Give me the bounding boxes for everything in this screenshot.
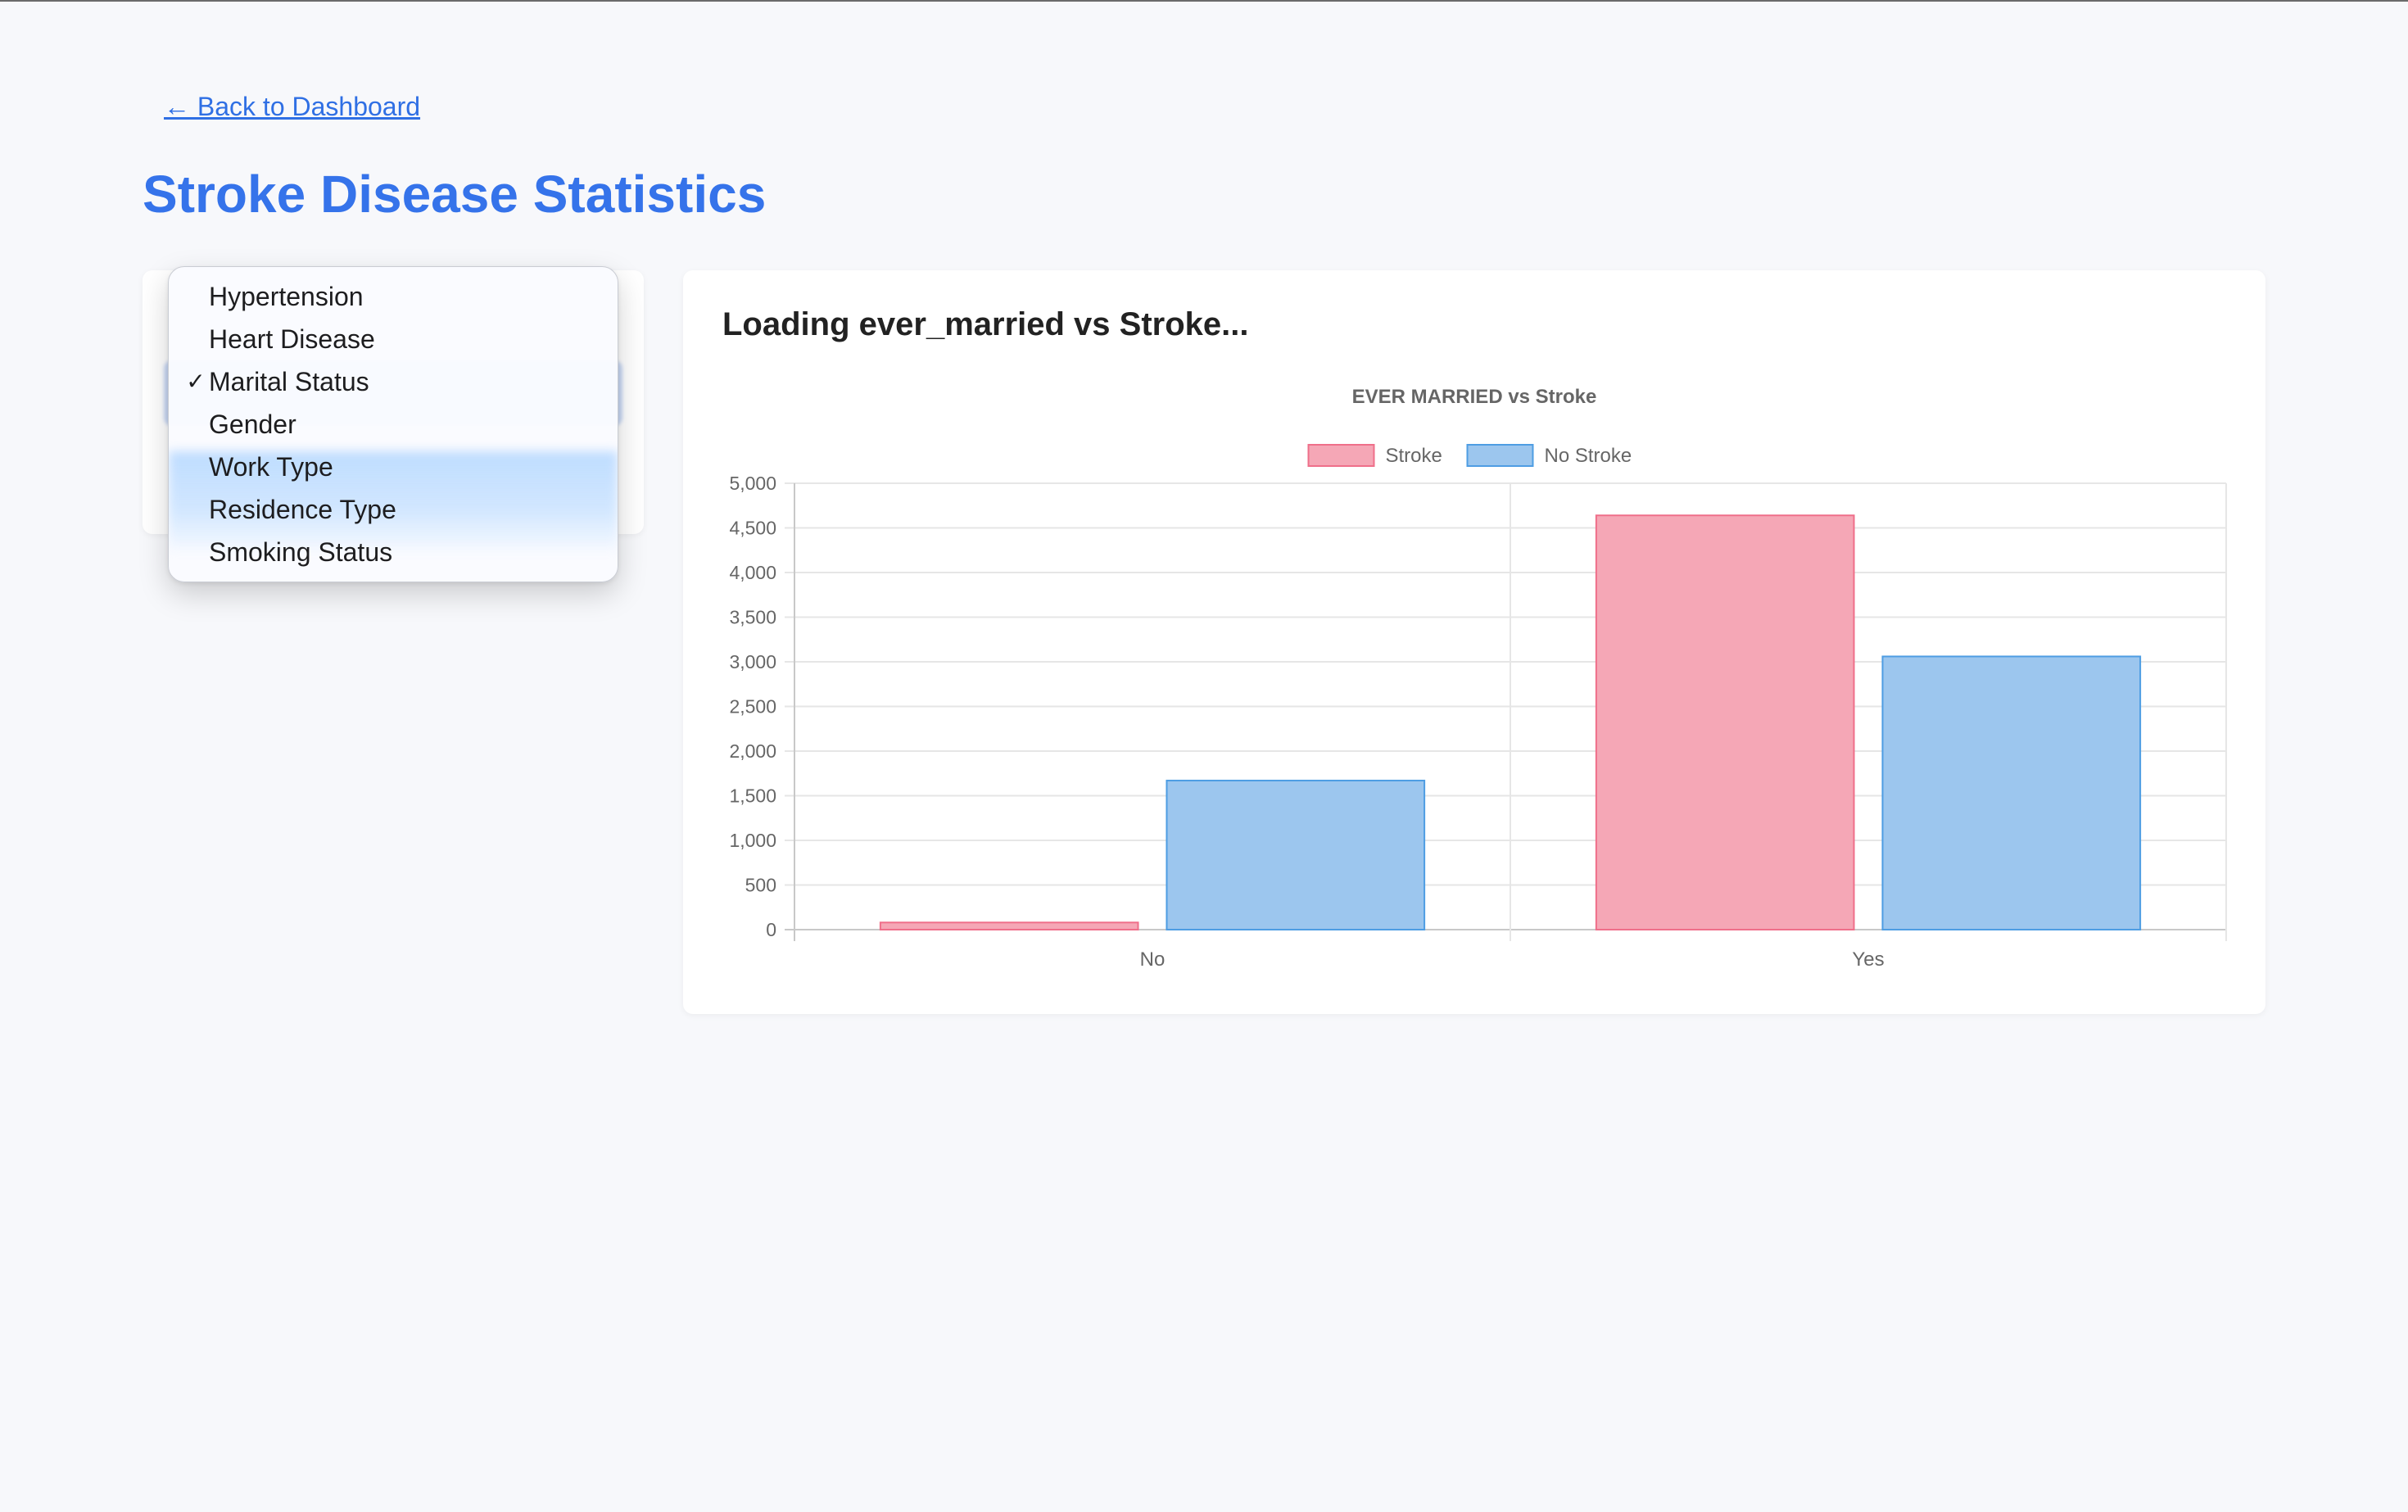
- dropdown-option-work-type[interactable]: Work Type: [169, 446, 618, 488]
- chart-panel: Loading ever_married vs Stroke... EVER M…: [683, 270, 2265, 1014]
- y-tick-label: 1,500: [729, 785, 776, 807]
- y-tick-label: 2,500: [729, 696, 776, 718]
- dropdown-option-label: Gender: [209, 410, 296, 439]
- dropdown-option-label: Residence Type: [209, 495, 396, 524]
- x-tick-label: Yes: [1852, 948, 1884, 971]
- y-tick-label: 3,000: [729, 651, 776, 672]
- page-title: Stroke Disease Statistics: [143, 165, 767, 224]
- dropdown-option-label: Work Type: [209, 452, 333, 482]
- legend-swatch-stroke: [1307, 444, 1375, 467]
- dropdown-option-label: Marital Status: [209, 367, 369, 396]
- check-icon: ✓: [186, 369, 206, 394]
- attribute-dropdown-menu[interactable]: Hypertension Heart Disease ✓ Marital Sta…: [168, 266, 618, 582]
- dropdown-option-marital-status[interactable]: ✓ Marital Status: [169, 360, 618, 403]
- dropdown-option-label: Smoking Status: [209, 537, 393, 567]
- dropdown-option-residence-type[interactable]: Residence Type: [169, 488, 618, 531]
- y-tick-label: 1,000: [729, 830, 776, 851]
- y-tick-label: 0: [766, 919, 776, 940]
- dropdown-option-smoking-status[interactable]: Smoking Status: [169, 531, 618, 573]
- bar-stroke-no: [879, 921, 1139, 931]
- bar-chart: EVER MARRIED vs Stroke Stroke No Stroke 0…: [729, 386, 2227, 971]
- bar-stroke-yes: [1595, 514, 1855, 930]
- bar-no-stroke-no: [1166, 779, 1426, 930]
- dropdown-option-label: Heart Disease: [209, 324, 375, 354]
- y-tick-label: 4,500: [729, 518, 776, 539]
- dropdown-option-heart-disease[interactable]: Heart Disease: [169, 318, 618, 360]
- dropdown-option-hypertension[interactable]: Hypertension: [169, 275, 618, 318]
- y-tick-label: 500: [745, 875, 776, 896]
- y-tick-label: 2,000: [729, 740, 776, 762]
- x-tick-label: No: [1140, 948, 1166, 971]
- legend-swatch-no-stroke: [1466, 444, 1534, 467]
- back-to-dashboard-link[interactable]: ← Back to Dashboard: [164, 92, 420, 122]
- legend-label-stroke: Stroke: [1386, 445, 1442, 467]
- window-top-border: [0, 0, 2408, 2]
- legend-label-no-stroke: No Stroke: [1545, 445, 1632, 467]
- y-tick-label: 3,500: [729, 607, 776, 628]
- y-tick-label: 4,000: [729, 562, 776, 583]
- chart-title: EVER MARRIED vs Stroke: [1352, 386, 1597, 408]
- bar-no-stroke-yes: [1881, 655, 2142, 930]
- y-tick-label: 5,000: [729, 473, 776, 494]
- dropdown-option-gender[interactable]: Gender: [169, 403, 618, 446]
- dropdown-option-label: Hypertension: [209, 282, 364, 311]
